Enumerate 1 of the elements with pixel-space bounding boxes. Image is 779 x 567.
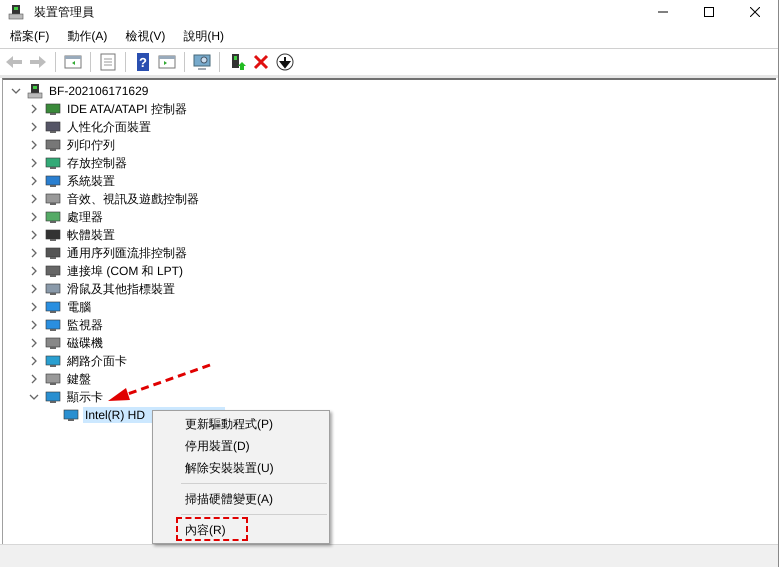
window-title: 裝置管理員 — [34, 4, 95, 20]
